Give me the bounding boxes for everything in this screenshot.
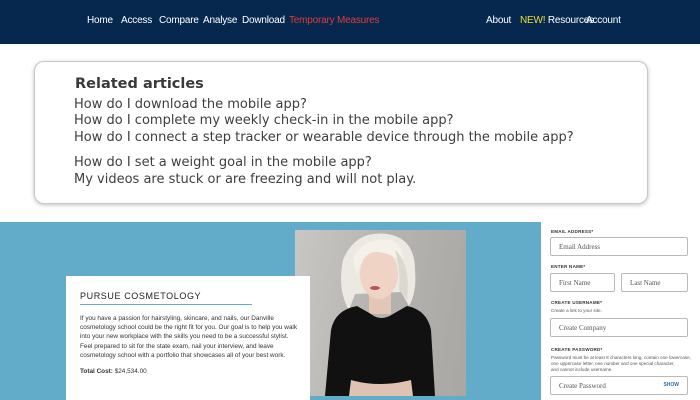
password-help-line-2: one uppercase letter, one number and one… (551, 361, 675, 366)
article-link-weekly-checkin[interactable]: How do I complete my weekly check-in in … (74, 114, 614, 127)
last-name-field[interactable]: Last Name (621, 273, 688, 292)
nav-home[interactable]: Home (87, 15, 113, 26)
promo-text-card: PURSUE COSMETOLOGY If you have a passion… (66, 276, 310, 400)
signup-form-panel: EMAIL ADDRESS* Email Address ENTER NAME*… (541, 222, 700, 400)
first-name-field[interactable]: First Name (550, 273, 615, 292)
nav-compare[interactable]: Compare (159, 15, 199, 26)
nav-about[interactable]: About (486, 15, 511, 26)
total-cost-value: $24,534.00 (114, 368, 147, 375)
article-link-videos-freezing[interactable]: My videos are stuck or are freezing and … (74, 173, 614, 186)
nav-resources[interactable]: NEW! Resources (520, 15, 594, 26)
total-cost-label: Total Cost: (80, 368, 113, 375)
company-help-text: Create a link to your site. (551, 308, 602, 313)
name-label: ENTER NAME* (551, 264, 586, 269)
related-articles-card: Related articles How do I download the m… (34, 61, 648, 204)
password-placeholder: Create Password (559, 382, 606, 390)
new-badge: NEW! (520, 15, 546, 26)
model-photo (295, 230, 466, 396)
password-label: CREATE PASSWORD* (551, 347, 603, 352)
password-help-line-1: Password must be at least 8 characters l… (551, 355, 691, 360)
top-navigation-bar: Home Access Compare Analyse Download Tem… (0, 0, 700, 44)
email-label: EMAIL ADDRESS* (551, 229, 594, 234)
password-field[interactable]: Create Password SHOW (550, 376, 688, 395)
model-photo-illustration (325, 233, 435, 396)
related-articles-title: Related articles (75, 76, 204, 92)
nav-download[interactable]: Download (242, 15, 285, 26)
nav-access[interactable]: Access (121, 15, 152, 26)
show-password-toggle[interactable]: SHOW (663, 382, 679, 388)
promo-heading: PURSUE COSMETOLOGY (80, 291, 202, 301)
article-link-weight-goal[interactable]: How do I set a weight goal in the mobile… (74, 156, 614, 169)
promo-body-text: If you have a passion for hairstyling, s… (80, 315, 298, 359)
email-field[interactable]: Email Address (550, 237, 688, 256)
heading-divider (80, 304, 252, 305)
password-help-line-3: and cannot include username. (551, 367, 613, 372)
nav-temporary-measures[interactable]: Temporary Measures (289, 15, 380, 26)
article-link-step-tracker[interactable]: How do I connect a step tracker or weara… (74, 131, 614, 144)
company-field[interactable]: Create Company (550, 318, 688, 337)
nav-analyse[interactable]: Analyse (203, 15, 237, 26)
company-label: CREATE USERNAME* (551, 300, 603, 305)
article-link-download-app[interactable]: How do I download the mobile app? (74, 98, 614, 111)
total-cost: Total Cost: $24,534.00 (80, 368, 147, 375)
nav-account[interactable]: Account (586, 15, 621, 26)
